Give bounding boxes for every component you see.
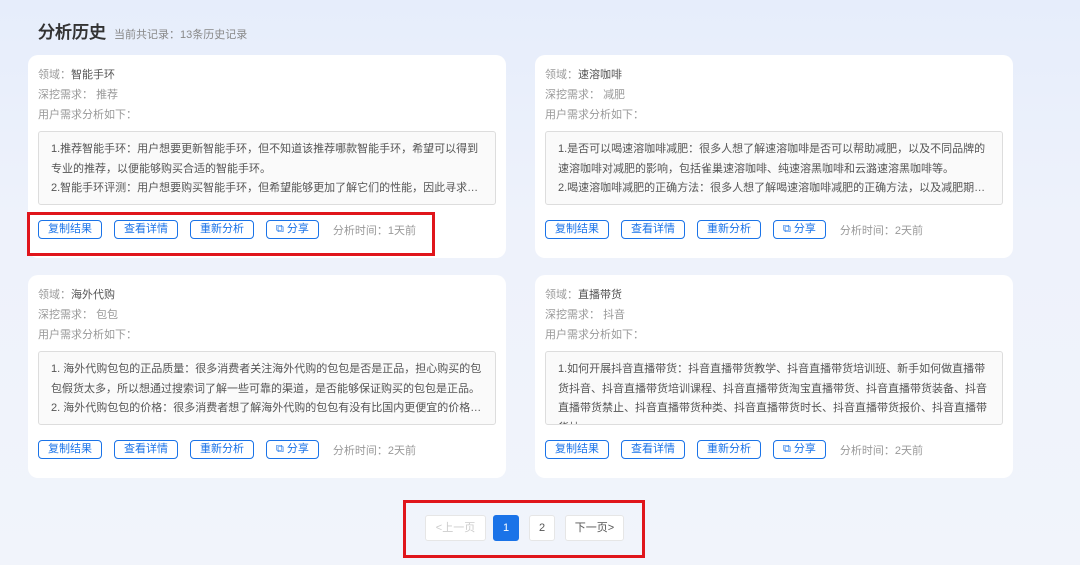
domain-row: 领域：海外代购 [38, 287, 496, 307]
history-card: 领域：海外代购 深挖需求： 包包 用户需求分析如下： 1. 海外代购包包的正品质… [28, 275, 506, 478]
analysis-time: 分析时间：2天前 [333, 442, 416, 458]
need-label: 深挖需求： [545, 89, 600, 101]
copy-result-button[interactable]: 复制结果 [38, 440, 102, 459]
domain-value: 速溶咖啡 [578, 69, 622, 81]
analysis-content: 1.是否可以喝速溶咖啡减肥：很多人想了解速溶咖啡是否可以帮助减肥，以及不同品牌的… [545, 131, 1003, 205]
time-value: 2天前 [894, 224, 924, 237]
need-label: 深挖需求： [545, 309, 600, 321]
card-actions: 复制结果 查看详情 重新分析 ⧉ 分享 分析时间：1天前 [38, 220, 496, 239]
domain-row: 领域：直播带货 [545, 287, 1003, 307]
analysis-label: 用户需求分析如下： [38, 329, 137, 341]
analysis-label: 用户需求分析如下： [545, 329, 644, 341]
page-header: 分析历史 当前共记录：13条历史记录 [38, 18, 247, 43]
analysis-label: 用户需求分析如下： [38, 109, 137, 121]
page-2-button[interactable]: 2 [529, 515, 555, 541]
reanalyze-button[interactable]: 重新分析 [697, 440, 761, 459]
analysis-label: 用户需求分析如下： [545, 109, 644, 121]
analysis-line: 2. 海外代购包包的价格：很多消费者想了解海外代购的包包有没有比国内更便宜的价格… [51, 402, 483, 414]
history-card: 领域：智能手环 深挖需求： 推荐 用户需求分析如下： 1.推荐智能手环：用户想要… [28, 55, 506, 258]
domain-value: 智能手环 [71, 69, 115, 81]
analysis-content: 1.推荐智能手环：用户想要更新智能手环，但不知道该推荐哪款智能手环，希望可以得到… [38, 131, 496, 205]
share-icon: ⧉ [276, 223, 287, 235]
need-label: 深挖需求： [38, 89, 93, 101]
analysis-time: 分析时间：1天前 [333, 222, 416, 238]
need-value: 推荐 [96, 89, 119, 101]
analysis-line: 1. 海外代购包包的正品质量：很多消费者关注海外代购的包包是否是正品，担心购买的… [51, 363, 482, 395]
card-actions: 复制结果 查看详情 重新分析 ⧉ 分享 分析时间：2天前 [545, 220, 1003, 239]
analysis-line: 2.喝速溶咖啡减肥的正确方法：很多人想了解喝速溶咖啡减肥的正确方法，以及减肥期间… [558, 182, 990, 194]
view-details-button[interactable]: 查看详情 [114, 440, 178, 459]
need-value: 减肥 [603, 89, 626, 101]
need-row: 深挖需求： 抖音 [545, 307, 1003, 327]
analysis-content: 1. 海外代购包包的正品质量：很多消费者关注海外代购的包包是否是正品，担心购买的… [38, 351, 496, 425]
time-value: 2天前 [894, 444, 924, 457]
reanalyze-button[interactable]: 重新分析 [190, 220, 254, 239]
analysis-line: 1.推荐智能手环：用户想要更新智能手环，但不知道该推荐哪款智能手环，希望可以得到… [51, 143, 479, 175]
share-icon: ⧉ [276, 443, 287, 455]
page-title: 分析历史 [38, 23, 106, 42]
domain-value: 直播带货 [578, 289, 622, 301]
share-icon: ⧉ [783, 223, 794, 235]
share-button[interactable]: ⧉ 分享 [266, 220, 319, 239]
analysis-content: 1.如何开展抖音直播带货：抖音直播带货教学、抖音直播带货培训班、新手如何做直播带… [545, 351, 1003, 425]
time-label: 分析时间： [332, 444, 388, 457]
need-value: 抖音 [603, 309, 626, 321]
share-button[interactable]: ⧉ 分享 [773, 440, 826, 459]
copy-result-button[interactable]: 复制结果 [545, 440, 609, 459]
next-page-button[interactable]: 下一页> [565, 515, 624, 541]
domain-value: 海外代购 [71, 289, 115, 301]
domain-row: 领域：智能手环 [38, 67, 496, 87]
view-details-button[interactable]: 查看详情 [621, 440, 685, 459]
history-card: 领域：直播带货 深挖需求： 抖音 用户需求分析如下： 1.如何开展抖音直播带货：… [535, 275, 1013, 478]
view-details-button[interactable]: 查看详情 [621, 220, 685, 239]
analysis-time: 分析时间：2天前 [840, 222, 923, 238]
analysis-line: 1.是否可以喝速溶咖啡减肥：很多人想了解速溶咖啡是否可以帮助减肥，以及不同品牌的… [558, 143, 986, 175]
copy-result-button[interactable]: 复制结果 [545, 220, 609, 239]
prev-page-button[interactable]: <上一页 [425, 515, 486, 541]
share-label: 分享 [793, 443, 816, 455]
history-card: 领域：速溶咖啡 深挖需求： 减肥 用户需求分析如下： 1.是否可以喝速溶咖啡减肥… [535, 55, 1013, 258]
time-value: 1天前 [387, 224, 417, 237]
share-button[interactable]: ⧉ 分享 [773, 220, 826, 239]
card-actions: 复制结果 查看详情 重新分析 ⧉ 分享 分析时间：2天前 [545, 440, 1003, 459]
analysis-line: 2.智能手环评测：用户想要购买智能手环，但希望能够更加了解它们的性能，因此寻求可… [51, 182, 483, 194]
time-label: 分析时间： [839, 444, 895, 457]
share-button[interactable]: ⧉ 分享 [266, 440, 319, 459]
share-label: 分享 [286, 443, 309, 455]
page-1-button[interactable]: 1 [493, 515, 519, 541]
domain-label: 领域： [545, 289, 578, 301]
domain-row: 领域：速溶咖啡 [545, 67, 1003, 87]
need-label: 深挖需求： [38, 309, 93, 321]
reanalyze-button[interactable]: 重新分析 [190, 440, 254, 459]
domain-label: 领域： [38, 69, 71, 81]
need-row: 深挖需求： 减肥 [545, 87, 1003, 107]
reanalyze-button[interactable]: 重新分析 [697, 220, 761, 239]
time-value: 2天前 [387, 444, 417, 457]
copy-result-button[interactable]: 复制结果 [38, 220, 102, 239]
time-label: 分析时间： [839, 224, 895, 237]
domain-label: 领域： [545, 69, 578, 81]
share-icon: ⧉ [783, 443, 794, 455]
need-row: 深挖需求： 推荐 [38, 87, 496, 107]
share-label: 分享 [286, 223, 309, 235]
analysis-line: 1.如何开展抖音直播带货：抖音直播带货教学、抖音直播带货培训班、新手如何做直播带… [558, 363, 987, 424]
card-actions: 复制结果 查看详情 重新分析 ⧉ 分享 分析时间：2天前 [38, 440, 496, 459]
view-details-button[interactable]: 查看详情 [114, 220, 178, 239]
time-label: 分析时间： [332, 224, 388, 237]
analysis-time: 分析时间：2天前 [840, 442, 923, 458]
need-row: 深挖需求： 包包 [38, 307, 496, 327]
share-label: 分享 [793, 223, 816, 235]
record-count: 当前共记录：13条历史记录 [114, 29, 248, 41]
domain-label: 领域： [38, 289, 71, 301]
need-value: 包包 [96, 309, 119, 321]
